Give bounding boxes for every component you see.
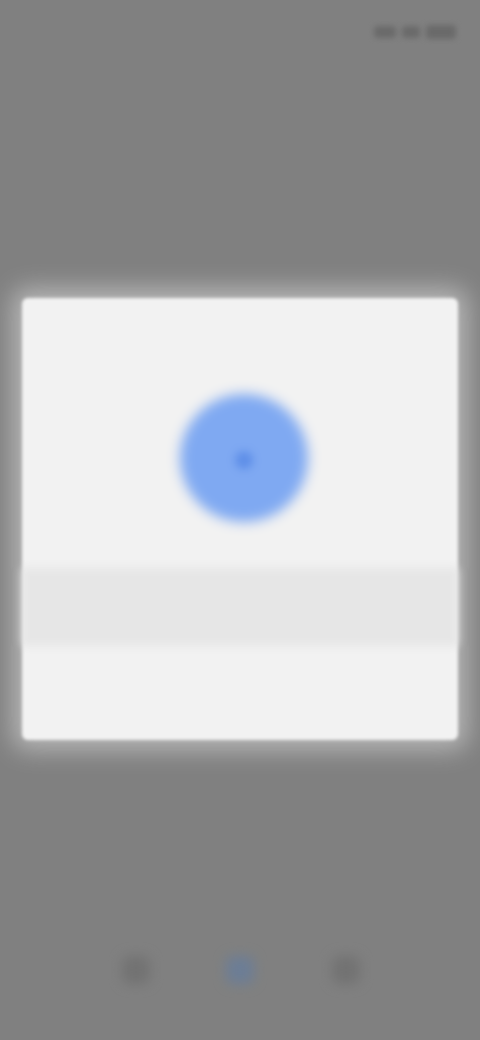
- status-time: [24, 14, 136, 48]
- nav-item-home[interactable]: [116, 950, 156, 990]
- status-icons: [360, 22, 456, 42]
- battery-icon: [426, 25, 456, 39]
- modal-dialog: ●: [22, 298, 458, 740]
- modal-message: [22, 568, 458, 646]
- wifi-icon: [402, 26, 420, 38]
- modal-title: [100, 324, 380, 344]
- blue-circle-icon: ●: [231, 434, 257, 481]
- nav-item-center[interactable]: [220, 950, 260, 990]
- nav-center-icon: [226, 956, 254, 984]
- nav-profile-icon: [332, 956, 360, 984]
- app-screen: ●: [0, 0, 480, 1040]
- bottom-nav: [0, 930, 480, 1010]
- nav-home-icon: [122, 956, 150, 984]
- modal-confirm-button[interactable]: [190, 692, 290, 716]
- signal-icon: [374, 26, 396, 38]
- page-title: [22, 136, 382, 180]
- nav-item-profile[interactable]: [326, 950, 366, 990]
- status-bar: [0, 0, 480, 64]
